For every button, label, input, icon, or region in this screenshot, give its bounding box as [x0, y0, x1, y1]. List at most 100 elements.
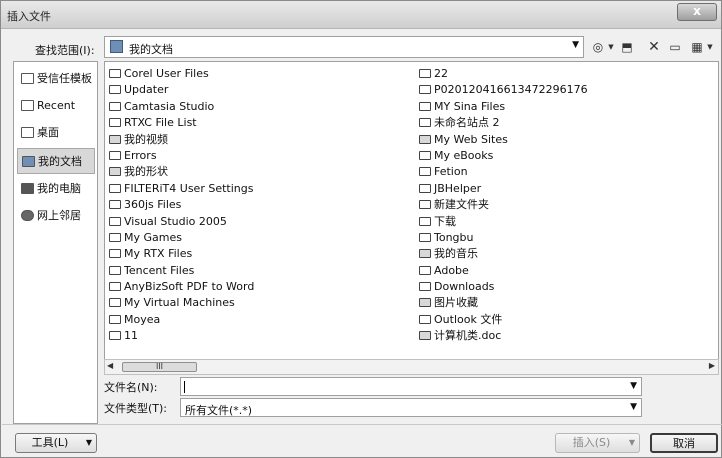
views-icon[interactable]: ▦: [689, 38, 705, 56]
list-item[interactable]: Updater: [108, 82, 254, 98]
file-name: 下载: [434, 214, 456, 228]
folder-icon: [109, 101, 121, 111]
views-dropdown-icon[interactable]: ▼: [705, 38, 715, 56]
up-folder-icon[interactable]: ⬒: [618, 38, 636, 56]
folder-icon: [419, 150, 431, 160]
list-item[interactable]: FILTERiT4 User Settings: [108, 181, 254, 197]
list-item[interactable]: 我的音乐: [418, 246, 588, 262]
filetype-select[interactable]: 所有文件(*.*) ▼: [180, 398, 642, 417]
place-network-places[interactable]: 网上邻居: [17, 203, 95, 229]
list-item[interactable]: 我的形状: [108, 164, 254, 180]
back-icon[interactable]: ◎: [590, 38, 606, 56]
scroll-left-icon[interactable]: ◀: [107, 361, 113, 370]
list-item[interactable]: My eBooks: [418, 148, 588, 164]
place-my-documents[interactable]: 我的文档: [17, 148, 95, 174]
list-item[interactable]: 下载: [418, 214, 588, 230]
list-item[interactable]: MY Sina Files: [418, 99, 588, 115]
delete-icon[interactable]: ✕: [646, 38, 662, 56]
place-label: Recent: [37, 99, 76, 112]
list-item[interactable]: Moyea: [108, 312, 254, 328]
video-folder-icon: [109, 134, 121, 144]
file-name: 新建文件夹: [434, 198, 489, 212]
scrollbar-thumb[interactable]: III: [122, 362, 197, 372]
file-name: Errors: [124, 148, 157, 162]
list-item[interactable]: Adobe: [418, 263, 588, 279]
list-item[interactable]: My Virtual Machines: [108, 295, 254, 311]
file-name: 计算机类.doc: [434, 329, 502, 343]
file-name: P020120416613472296176: [434, 83, 588, 97]
list-item[interactable]: Downloads: [418, 279, 588, 295]
list-item[interactable]: 22: [418, 66, 588, 82]
list-item[interactable]: My RTX Files: [108, 246, 254, 262]
insert-button[interactable]: 插入(S) ▼: [555, 433, 640, 453]
place-recent[interactable]: Recent: [17, 93, 95, 119]
places-bar: 受信任模板 Recent 桌面 我的文档 我的电脑 网上邻居: [13, 61, 98, 424]
file-name: Fetion: [434, 165, 468, 179]
insert-label: 插入(S): [572, 436, 611, 449]
cancel-label: 取消: [673, 437, 695, 450]
list-item[interactable]: P020120416613472296176: [418, 82, 588, 98]
web-folder-icon: [419, 134, 431, 144]
folder-icon: [109, 232, 121, 242]
list-item[interactable]: Errors: [108, 148, 254, 164]
place-trusted-templates[interactable]: 受信任模板: [17, 66, 95, 92]
folder-icon: [109, 282, 121, 292]
list-item[interactable]: My Games: [108, 230, 254, 246]
filename-combobox[interactable]: ▼: [180, 377, 642, 396]
folder-icon: [109, 298, 121, 308]
folder-icon: [419, 282, 431, 292]
list-item[interactable]: 我的视频: [108, 132, 254, 148]
place-desktop[interactable]: 桌面: [17, 120, 95, 146]
divider: [2, 424, 722, 425]
list-item[interactable]: My Web Sites: [418, 132, 588, 148]
list-item[interactable]: 11: [108, 328, 254, 344]
folder-icon: [419, 69, 431, 78]
list-item[interactable]: Tongbu: [418, 230, 588, 246]
list-item[interactable]: 图片收藏: [418, 295, 588, 311]
place-label: 受信任模板: [37, 72, 92, 85]
file-name: 我的形状: [124, 165, 168, 179]
cancel-button[interactable]: 取消: [650, 433, 718, 453]
file-name: Corel User Files: [124, 67, 209, 80]
list-item[interactable]: Visual Studio 2005: [108, 214, 254, 230]
tools-button[interactable]: 工具(L) ▼: [15, 433, 97, 453]
horizontal-scrollbar[interactable]: ◀ III ▶: [104, 359, 719, 375]
folder-icon: [419, 118, 431, 128]
folder-icon: [419, 101, 431, 111]
list-item[interactable]: Tencent Files: [108, 263, 254, 279]
list-item[interactable]: RTXC File List: [108, 115, 254, 131]
desktop-icon: [21, 127, 34, 138]
file-name: Downloads: [434, 280, 495, 294]
text-cursor: [184, 381, 185, 393]
file-list[interactable]: Corel User Files Updater Camtasia Studio…: [104, 61, 719, 374]
scroll-right-icon[interactable]: ▶: [709, 361, 715, 370]
list-item[interactable]: Corel User Files: [108, 66, 254, 82]
list-item[interactable]: JBHelper: [418, 181, 588, 197]
file-name: 22: [434, 67, 448, 80]
folder-icon: [109, 216, 121, 226]
folder-icon: [419, 265, 431, 275]
list-item[interactable]: Outlook 文件: [418, 312, 588, 328]
folder-icon: [109, 249, 121, 259]
back-dropdown-icon[interactable]: ▼: [606, 38, 616, 56]
close-button[interactable]: x: [677, 3, 717, 21]
list-item[interactable]: 计算机类.doc: [418, 328, 588, 344]
folder-icon: [419, 232, 431, 242]
list-item[interactable]: Camtasia Studio: [108, 99, 254, 115]
place-label: 我的文档: [38, 155, 82, 168]
folder-icon: [419, 167, 431, 177]
file-name: My Web Sites: [434, 132, 508, 146]
scroll-grip: III: [155, 362, 164, 371]
chevron-down-icon: ▼: [85, 438, 92, 447]
lookin-combobox[interactable]: 我的文档 ▼: [104, 36, 584, 58]
list-item[interactable]: 未命名站点 2: [418, 115, 588, 131]
file-name: My Virtual Machines: [124, 296, 235, 310]
file-name: FILTERiT4 User Settings: [124, 181, 254, 195]
list-item[interactable]: 360js Files: [108, 197, 254, 213]
place-label: 桌面: [37, 126, 59, 139]
new-folder-icon[interactable]: ▭: [666, 38, 684, 56]
list-item[interactable]: AnyBizSoft PDF to Word: [108, 279, 254, 295]
place-my-computer[interactable]: 我的电脑: [17, 176, 95, 202]
list-item[interactable]: Fetion: [418, 164, 588, 180]
list-item[interactable]: 新建文件夹: [418, 197, 588, 213]
